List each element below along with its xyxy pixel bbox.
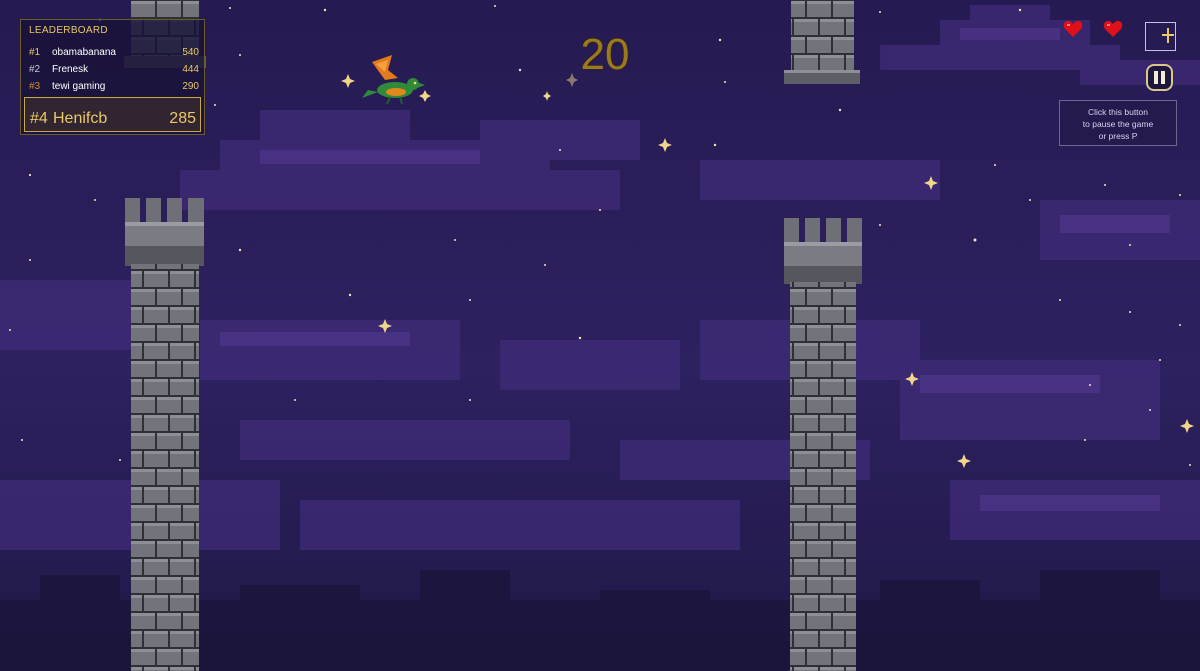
leaderboard-name: Henifcb xyxy=(53,110,108,127)
leaderboard-title: LEADERBOARD xyxy=(29,25,108,36)
leaderboard-row: #3 tewi gaming 290 xyxy=(21,78,204,95)
pause-tooltip-line: Click this button xyxy=(1088,107,1148,117)
leaderboard-row: #1 obamabanana 540 xyxy=(21,44,204,61)
leaderboard-score: 290 xyxy=(182,81,199,92)
leaderboard-current-player-row: #4 Henifcb 285 xyxy=(24,97,201,132)
leaderboard-panel: LEADERBOARD #1 obamabanana 540 #2 Frenes… xyxy=(20,19,205,135)
plus-icon xyxy=(1162,28,1174,43)
fullscreen-button[interactable] xyxy=(1145,22,1176,51)
heart-icon xyxy=(1063,20,1083,38)
leaderboard-name: tewi gaming xyxy=(52,81,106,92)
pause-tooltip: Click this button to pause the game or p… xyxy=(1059,100,1177,146)
leaderboard-score: 285 xyxy=(169,110,196,127)
top-tower-right xyxy=(784,0,860,84)
pause-button[interactable] xyxy=(1146,64,1173,91)
heart-icon xyxy=(1103,20,1123,38)
pause-tooltip-line: or press P xyxy=(1098,131,1138,141)
leaderboard-rank: #2 xyxy=(29,64,41,75)
pause-icon xyxy=(1154,71,1165,84)
bottom-tower-right xyxy=(784,218,862,671)
leaderboard-row: #2 Frenesk 444 xyxy=(21,61,204,78)
pause-tooltip-line: to pause the game xyxy=(1082,119,1154,129)
leaderboard-rank: #4 xyxy=(30,110,48,127)
leaderboard-name: obamabanana xyxy=(52,47,116,58)
bottom-tower-left xyxy=(125,198,204,671)
leaderboard-rank: #1 xyxy=(29,47,41,58)
leaderboard-name: Frenesk xyxy=(52,64,89,75)
leaderboard-score: 540 xyxy=(182,47,199,58)
score-counter: 20 xyxy=(580,30,630,79)
leaderboard-rank: #3 xyxy=(29,81,41,92)
leaderboard-score: 444 xyxy=(182,64,199,75)
